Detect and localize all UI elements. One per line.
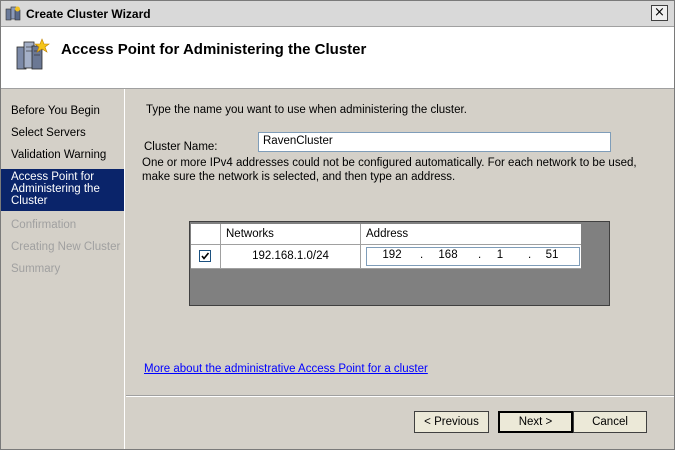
ip-dot-2: .	[478, 249, 482, 261]
previous-button[interactable]: < Previous	[414, 411, 489, 433]
networks-grid: Networks Address 192.168.1.0/24 192 . 16…	[189, 221, 610, 306]
instruction-text: Type the name you want to use when admin…	[146, 104, 467, 116]
step-summary: Summary	[11, 263, 61, 275]
ip-octet-1[interactable]: 192	[377, 249, 407, 261]
step-confirmation: Confirmation	[11, 219, 77, 231]
cluster-app-icon	[5, 6, 21, 21]
wizard-header: Access Point for Administering the Clust…	[1, 27, 674, 89]
wizard-window: Create Cluster Wizard × Access Point for…	[0, 0, 675, 450]
ipv4-note: One or more IPv4 addresses could not be …	[142, 157, 637, 183]
ip-octet-4[interactable]: 51	[537, 249, 567, 261]
ip-dot-3: .	[528, 249, 532, 261]
close-button[interactable]: ×	[651, 5, 668, 21]
cluster-servers-icon	[16, 38, 50, 70]
cluster-name-input[interactable]: RavenCluster	[258, 132, 611, 152]
checkmark-icon	[201, 252, 210, 260]
grid-header: Networks Address	[191, 224, 581, 245]
footer-divider	[126, 395, 674, 397]
table-row: 192.168.1.0/24 192 . 168 . 1 . 51	[191, 245, 581, 269]
ip-octet-2[interactable]: 168	[433, 249, 463, 261]
cluster-name-label: Cluster Name:	[144, 141, 218, 153]
cancel-button[interactable]: Cancel	[573, 411, 647, 433]
title-bar: Create Cluster Wizard ×	[1, 1, 674, 27]
next-button[interactable]: Next >	[498, 411, 573, 433]
wizard-steps: Before You Begin Select Servers Validati…	[1, 89, 125, 449]
step-before-you-begin: Before You Begin	[11, 105, 100, 117]
network-cell: 192.168.1.0/24	[221, 245, 361, 268]
column-address[interactable]: Address	[361, 224, 581, 244]
ip-address-input[interactable]: 192 . 168 . 1 . 51	[366, 247, 580, 266]
row-check-cell	[191, 245, 221, 268]
step-access-point-active: Access Point for Administering the Clust…	[1, 169, 124, 211]
column-networks[interactable]: Networks	[221, 224, 361, 244]
window-title: Create Cluster Wizard	[26, 7, 151, 21]
page-title: Access Point for Administering the Clust…	[61, 41, 367, 58]
close-icon: ×	[654, 5, 665, 20]
ip-octet-3[interactable]: 1	[485, 249, 515, 261]
step-creating-new-cluster: Creating New Cluster	[11, 241, 121, 253]
wizard-content: Type the name you want to use when admin…	[126, 89, 674, 449]
step-select-servers: Select Servers	[11, 127, 86, 139]
step-validation-warning: Validation Warning	[11, 149, 107, 161]
network-checkbox[interactable]	[199, 250, 211, 262]
access-point-help-link[interactable]: More about the administrative Access Poi…	[144, 363, 428, 375]
cluster-name-value: RavenCluster	[263, 135, 333, 147]
grid-header-check	[191, 224, 221, 244]
ip-dot-1: .	[420, 249, 424, 261]
